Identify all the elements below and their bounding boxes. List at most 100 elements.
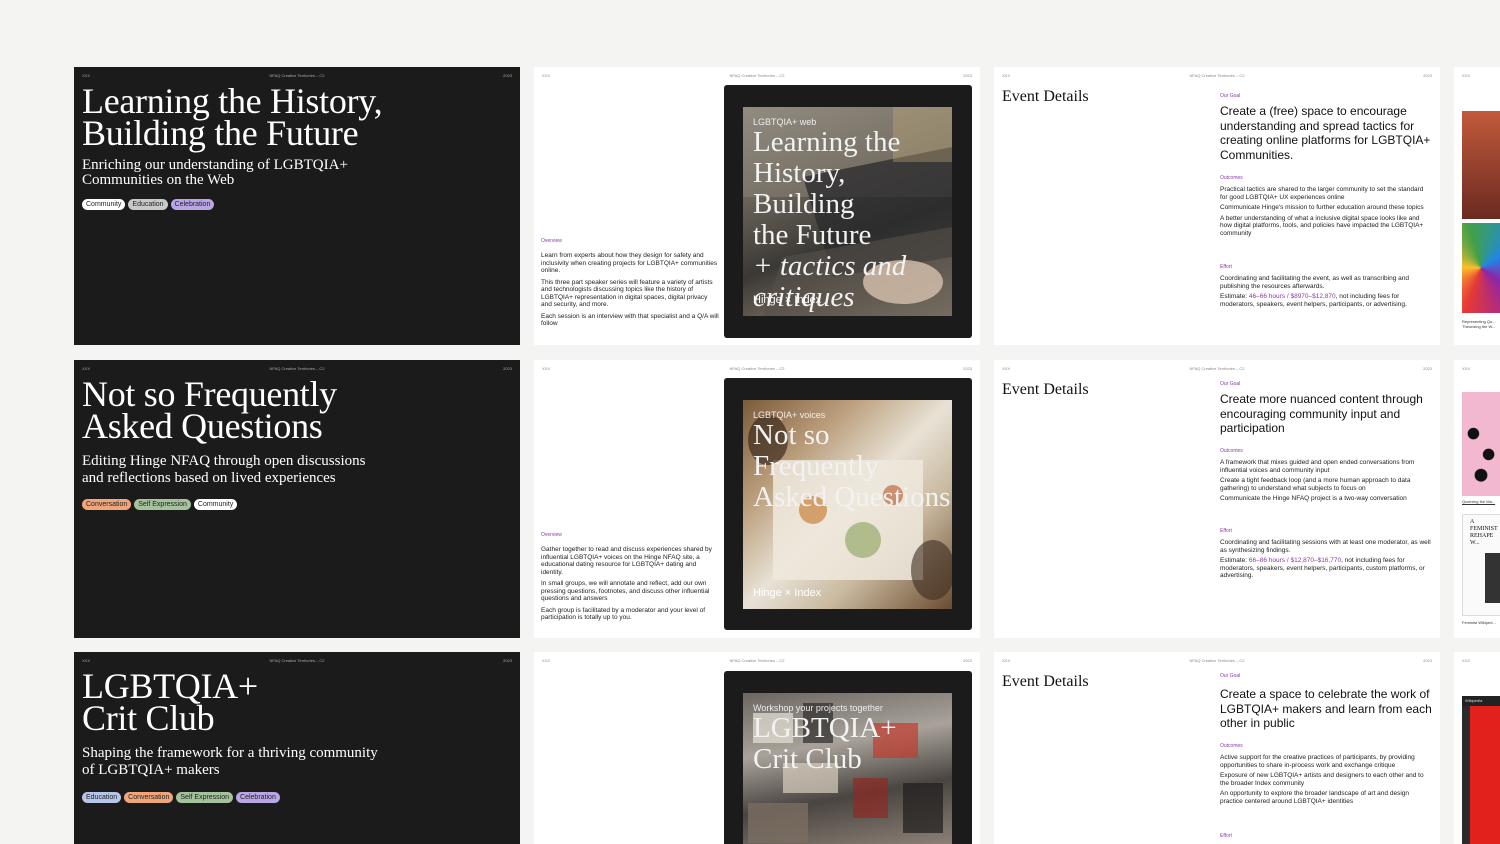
meta-right: 2023 — [1423, 366, 1432, 371]
tag-chip: Conversation — [124, 792, 174, 803]
outcome-item: Practical tactics are shared to the larg… — [1220, 186, 1424, 201]
outcomes-list: Active support for the creative practice… — [1220, 754, 1432, 808]
meta-center: NFAQ Creative Territories – C2 — [1189, 73, 1245, 78]
poster-photo: LGBTQIA+ web Learning the History, Build… — [743, 107, 952, 316]
rainbow-image — [1462, 223, 1500, 313]
tag-chip: Celebration — [170, 199, 215, 210]
slide-event-details-2: XXX NFAQ Creative Territories – C2 2023 Ev… — [994, 360, 1440, 638]
window-sidebar — [1462, 706, 1470, 844]
event-details-title: Event Details — [1002, 673, 1089, 690]
slide-overview-3: XXX NFAQ Creative Territories – C2 2023 Wo… — [534, 652, 980, 844]
outcomes-list: A framework that mixes guided and open e… — [1220, 459, 1432, 506]
meta-right: 2023 — [963, 366, 972, 371]
meta-center: NFAQ Creative Territories – C2 — [729, 73, 785, 78]
estimate-prefix: Estimate: — [1220, 557, 1249, 564]
meta-center: NFAQ Creative Territories – C2 — [1189, 658, 1245, 663]
slide-side-1: XXX Representing Qu... Theorizing the W.… — [1454, 67, 1500, 345]
outcome-item: A better understanding of what a inclusi… — [1220, 214, 1424, 237]
tag-chip: Education — [128, 199, 168, 210]
tag-list: Conversation Self Expression Community — [82, 499, 238, 510]
slide-hero-3: XXX NFAQ Creative Territories – C2 2023 LG… — [74, 652, 520, 844]
outcomes-label: Outcomes — [1220, 743, 1243, 749]
outcomes-label: Outcomes — [1220, 175, 1243, 181]
meta-right: 2023 — [503, 366, 512, 371]
tag-chip: Community — [193, 499, 238, 510]
estimate-text: Estimate: 66–86 hours / $12,870–$16,770,… — [1220, 557, 1432, 580]
goal-label: Our Goal — [1220, 93, 1241, 99]
window-titlebar: Wikipedia — [1462, 696, 1500, 706]
event-details-title: Event Details — [1002, 381, 1089, 398]
outcome-item: Active support for the creative practice… — [1220, 754, 1415, 769]
estimate-text: Estimate: 46–66 hours / $8970–$12,870, n… — [1220, 293, 1432, 308]
overview-paragraph: Gather together to read and discuss expe… — [541, 546, 712, 576]
outcome-item: An opportunity to explore the broader la… — [1220, 790, 1409, 805]
outcome-item: Communicate the Hinge NFAQ project is a … — [1220, 495, 1407, 502]
meta-center: NFAQ Creative Territories – C2 — [729, 658, 785, 663]
effort-text: Coordinating and facilitating the event,… — [1220, 275, 1432, 311]
event-details-title: Event Details — [1002, 88, 1089, 105]
slide-hero-2: XXX NFAQ Creative Territories – C2 2023 No… — [74, 360, 520, 638]
goal-text: Create a space to celebrate the work of … — [1220, 687, 1432, 730]
overview-text: Gather together to read and discuss expe… — [541, 546, 719, 626]
estimate-value: 66–86 hours / $12,870–$16,770 — [1248, 557, 1342, 564]
meta-center: NFAQ Creative Territories – C2 — [269, 73, 325, 78]
meta-center: NFAQ Creative Territories – C2 — [1189, 366, 1245, 371]
tag-chip: Self Expression — [134, 499, 191, 510]
poster-photo: Workshop your projects together LGBTQIA+… — [743, 693, 952, 844]
document-heading: A FEMINIST REHAPE W... — [1470, 519, 1498, 546]
slide-event-details-1: XXX NFAQ Creative Territories – C2 2023 Ev… — [994, 67, 1440, 345]
slide-side-3: XXX Wikipedia — [1454, 652, 1500, 844]
hero-title: LGBTQIA+ Crit Club — [82, 666, 258, 738]
outcomes-list: Practical tactics are shared to the larg… — [1220, 186, 1432, 240]
tag-chip: Celebration — [236, 792, 280, 803]
poster-card: Workshop your projects together LGBTQIA+… — [724, 671, 972, 844]
poster-title: Learning the History, Building the Futur… — [753, 127, 952, 313]
tag-list: Education Conversation Self Expression C… — [82, 792, 280, 803]
effort-label: Effort — [1220, 833, 1232, 839]
meta-center: NFAQ Creative Territories – C2 — [729, 366, 785, 371]
meta-center: NFAQ Creative Territories – C2 — [269, 658, 325, 663]
wikipedia-window-thumbnail: Wikipedia — [1462, 696, 1500, 844]
meta-left: XXX — [1462, 73, 1471, 78]
effort-description: Coordinating and facilitating sessions w… — [1220, 539, 1431, 554]
outcome-item: Communicate Hinge's mission to further e… — [1220, 204, 1424, 211]
meta-center: NFAQ Creative Territories – C2 — [269, 366, 325, 371]
hero-title: Not so Frequently Asked Questions — [82, 374, 337, 446]
meta-left: XXX — [1462, 366, 1471, 371]
side-caption: Feminist Wikiped... — [1462, 620, 1496, 625]
goal-text: Create more nuanced content through enco… — [1220, 392, 1423, 435]
side-photo — [1462, 111, 1500, 219]
document-image — [1485, 553, 1500, 603]
hinge-index-logo: Hinge × Index — [753, 587, 822, 599]
poster-photo: LGBTQIA+ voices Not so Frequently Asked … — [743, 400, 952, 609]
side-caption: Representing Qu... Theorizing the W... — [1462, 319, 1496, 329]
poster-title-text: Learning the History, Building the Futur… — [753, 126, 901, 251]
overview-label: Overview — [541, 532, 562, 538]
hero-subtitle: Shaping the framework for a thriving com… — [82, 745, 378, 778]
overview-text: Learn from experts about how they design… — [541, 252, 719, 332]
meta-right: 2023 — [1423, 73, 1432, 78]
poster-title: Not so Frequently Asked Questions — [753, 419, 951, 513]
side-caption: Queering the Ma... — [1462, 499, 1496, 504]
poster-card: LGBTQIA+ web Learning the History, Build… — [724, 85, 972, 338]
estimate-value: 46–66 hours / $8970–$12,870 — [1248, 293, 1336, 300]
poster-card: LGBTQIA+ voices Not so Frequently Asked … — [724, 378, 972, 630]
meta-right: 2023 — [503, 73, 512, 78]
tag-list: Community Education Celebration — [82, 199, 215, 210]
heart-collage-image — [1462, 392, 1500, 496]
tag-chip: Education — [82, 792, 122, 803]
hinge-index-logo: Hinge × Index — [753, 294, 822, 306]
overview-paragraph: Each group is facilitated by a moderator… — [541, 606, 706, 622]
effort-description: Coordinating and facilitating the event,… — [1220, 275, 1409, 290]
hero-subtitle: Enriching our understanding of LGBTQIA+ … — [82, 157, 348, 188]
hero-title: Learning the History, Building the Futur… — [82, 81, 383, 153]
overview-paragraph: This three part speaker series will feat… — [541, 278, 713, 309]
tag-chip: Self Expression — [176, 792, 234, 803]
poster-title: LGBTQIA+ Crit Club — [753, 712, 897, 775]
tag-chip: Community — [82, 199, 126, 210]
effort-label: Effort — [1220, 528, 1232, 534]
goal-label: Our Goal — [1220, 673, 1241, 679]
document-thumbnail: A FEMINIST REHAPE W... — [1462, 514, 1500, 616]
outcome-item: Exposure of new LGBTQIA+ artists and des… — [1220, 772, 1424, 787]
slide-overview-1: XXX NFAQ Creative Territories – C2 2023 Ov… — [534, 67, 980, 345]
